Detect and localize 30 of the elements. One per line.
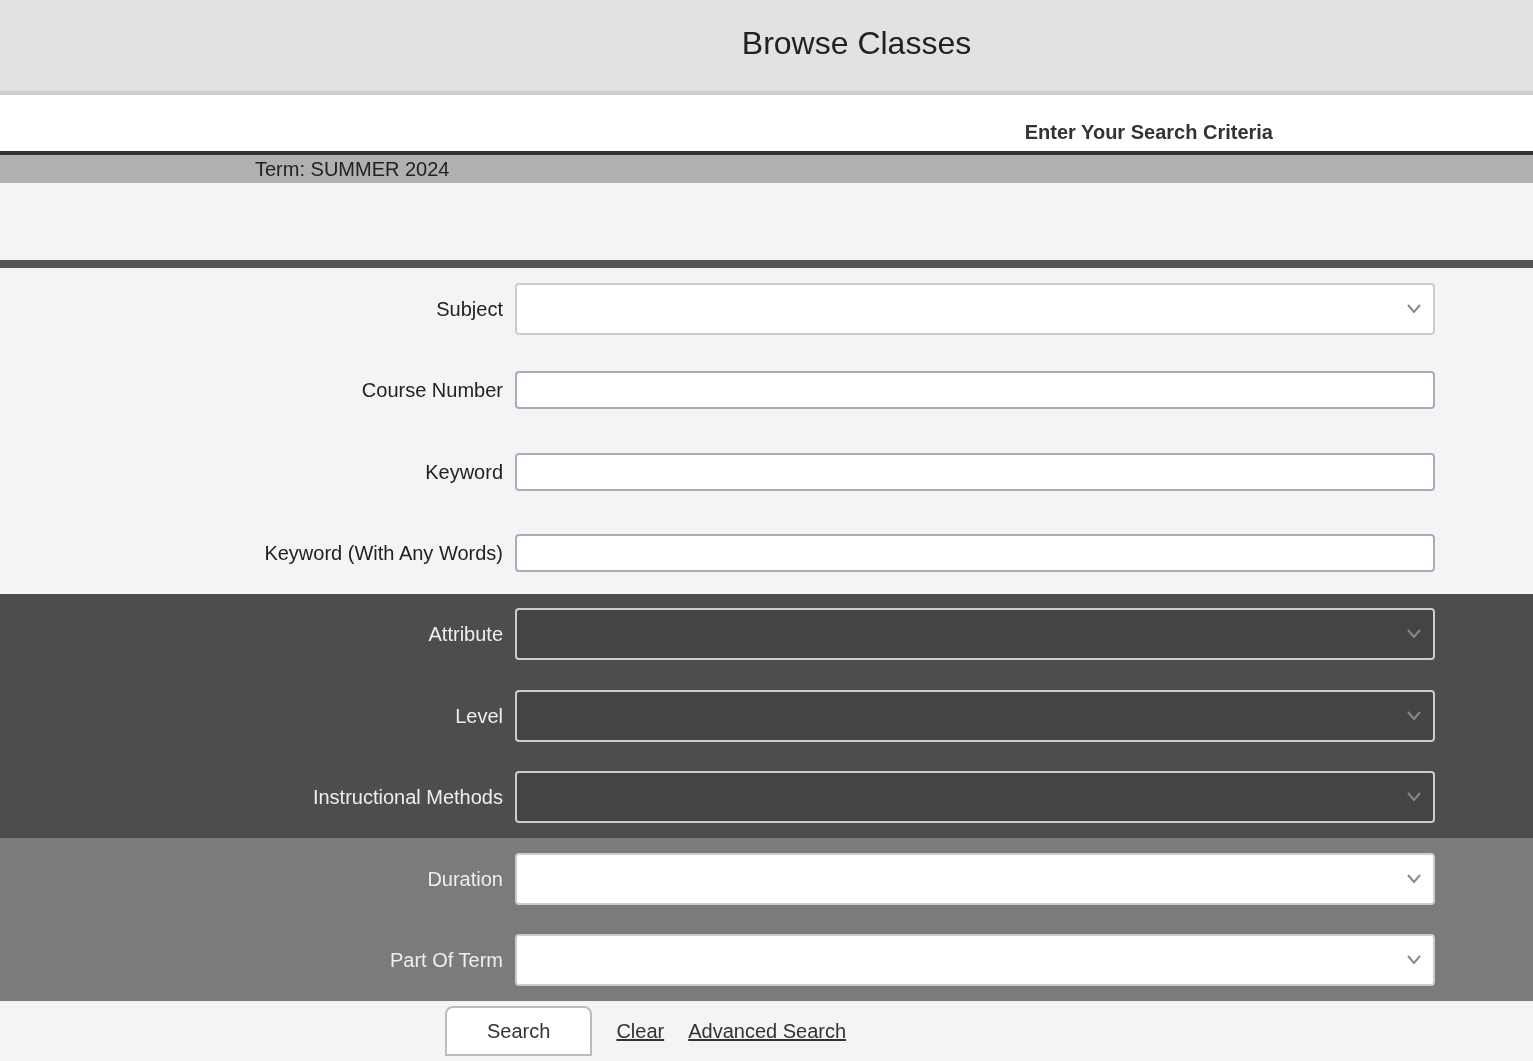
select-field[interactable] [515, 282, 1435, 335]
caret-icon [1407, 710, 1421, 721]
select-field[interactable] [515, 771, 1435, 824]
input-field[interactable] [515, 371, 1435, 410]
caret-icon [1407, 303, 1421, 314]
field-label: Part Of Term [390, 948, 503, 974]
caret-icon [1407, 873, 1421, 884]
link[interactable]: Advanced Search [688, 1015, 847, 1046]
select-field[interactable] [515, 689, 1435, 742]
select-field[interactable] [515, 608, 1435, 661]
link[interactable]: Clear [616, 1015, 665, 1046]
field-label: Level [455, 703, 503, 729]
section-heading: Enter Your Search Criteria [1024, 120, 1273, 145]
select-field[interactable] [515, 934, 1435, 987]
caret-icon [1407, 629, 1421, 640]
caret-icon [1407, 955, 1421, 966]
select-field[interactable] [515, 852, 1435, 905]
field-label: Keyword (With Any Words) [264, 541, 503, 567]
search-button[interactable]: Search [445, 1005, 593, 1056]
input-field[interactable] [515, 534, 1435, 573]
page-title: Browse Classes [741, 24, 972, 63]
field-label: Instructional Methods [312, 785, 503, 811]
field-label: Course Number [361, 378, 503, 404]
field-label: Keyword [425, 459, 503, 485]
field-label: Duration [427, 866, 503, 892]
term-label: Term: SUMMER 2024 [255, 157, 450, 182]
input-field[interactable] [515, 452, 1435, 491]
field-label: Subject [436, 296, 503, 322]
field-label: Attribute [428, 622, 503, 648]
caret-icon [1407, 792, 1421, 803]
